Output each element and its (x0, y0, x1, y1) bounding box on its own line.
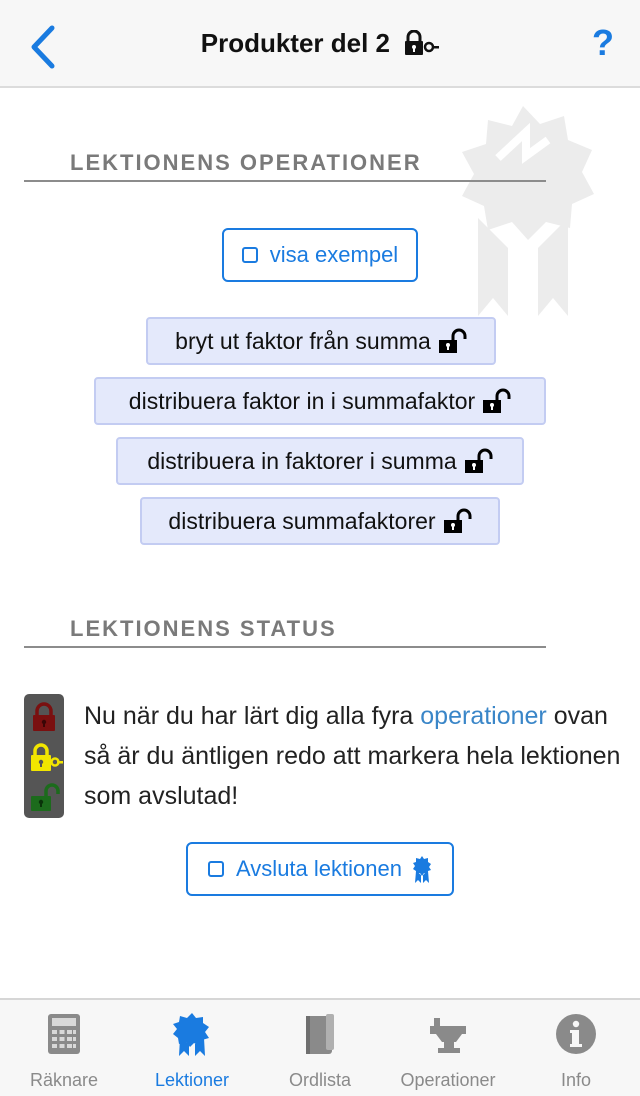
operation-label: distribuera summafaktorer (168, 507, 436, 534)
tab-lektioner[interactable]: Lektioner (128, 1000, 256, 1096)
page-title-text: Produkter del 2 (200, 28, 391, 58)
locked-red-icon (33, 702, 55, 731)
lock-key-yellow-icon (31, 743, 63, 771)
unlock-icon (464, 448, 493, 473)
badge-icon (173, 1013, 209, 1056)
tab-raknare[interactable]: Räknare (0, 1000, 128, 1096)
checkbox-icon (208, 861, 225, 877)
unlock-icon (443, 508, 472, 533)
unlock-icon (483, 388, 511, 413)
book-icon (306, 1014, 334, 1054)
section-title-status: LEKTIONENS STATUS (70, 616, 337, 641)
operations-link[interactable]: operationer (420, 702, 546, 730)
finish-lesson-label: Avsluta lektionen (236, 856, 402, 881)
tab-info[interactable]: Info (512, 1000, 640, 1096)
help-button[interactable]: ? (592, 22, 614, 64)
status-traffic-light (24, 694, 64, 818)
operation-button[interactable]: bryt ut faktor från summa (146, 317, 496, 365)
tab-bar: Räknare Lektioner Ordlista Operationer I… (0, 998, 640, 1096)
operation-button[interactable]: distribuera summafaktorer (140, 497, 500, 545)
tab-label: Räknare (29, 1070, 99, 1090)
anvil-icon (430, 1018, 466, 1053)
badge-icon (412, 856, 431, 883)
tab-label: Info (560, 1070, 592, 1090)
tab-label: Lektioner (154, 1070, 230, 1090)
unlocked-green-icon (31, 783, 60, 811)
operation-label: bryt ut faktor från summa (175, 327, 431, 354)
lock-key-icon (405, 30, 440, 55)
tab-ordlista[interactable]: Ordlista (256, 1000, 384, 1096)
unlock-icon (438, 328, 467, 353)
finish-lesson-button[interactable]: Avsluta lektionen (186, 842, 454, 896)
show-example-label: visa exempel (269, 242, 399, 267)
status-text-before: Nu när du har lärt dig alla fyra (84, 702, 421, 730)
tab-label: Ordlista (288, 1070, 351, 1090)
operation-label: distribuera faktor in i summafaktor (128, 387, 476, 414)
nav-bar: Produkter del 2 ? (0, 0, 640, 88)
section-title-operations: LEKTIONENS OPERATIONER (70, 150, 422, 175)
info-icon (556, 1014, 596, 1054)
tab-operationer[interactable]: Operationer (384, 1000, 512, 1096)
page-title: Produkter del 2 (0, 28, 640, 59)
calculator-icon (48, 1014, 80, 1054)
show-example-button[interactable]: visa exempel (222, 228, 418, 282)
operation-button[interactable]: distribuera in faktorer i summa (116, 437, 524, 485)
operation-label: distribuera in faktorer i summa (147, 447, 457, 474)
section-header-status: LEKTIONENS STATUS (24, 614, 546, 648)
operation-button[interactable]: distribuera faktor in i summafaktor (94, 377, 546, 425)
checkbox-icon (241, 247, 258, 263)
status-message: Nu när du har lärt dig alla fyra operati… (84, 696, 624, 816)
badge-watermark-icon (462, 106, 594, 316)
section-header-operations: LEKTIONENS OPERATIONER (24, 148, 546, 182)
tab-label: Operationer (400, 1070, 496, 1090)
